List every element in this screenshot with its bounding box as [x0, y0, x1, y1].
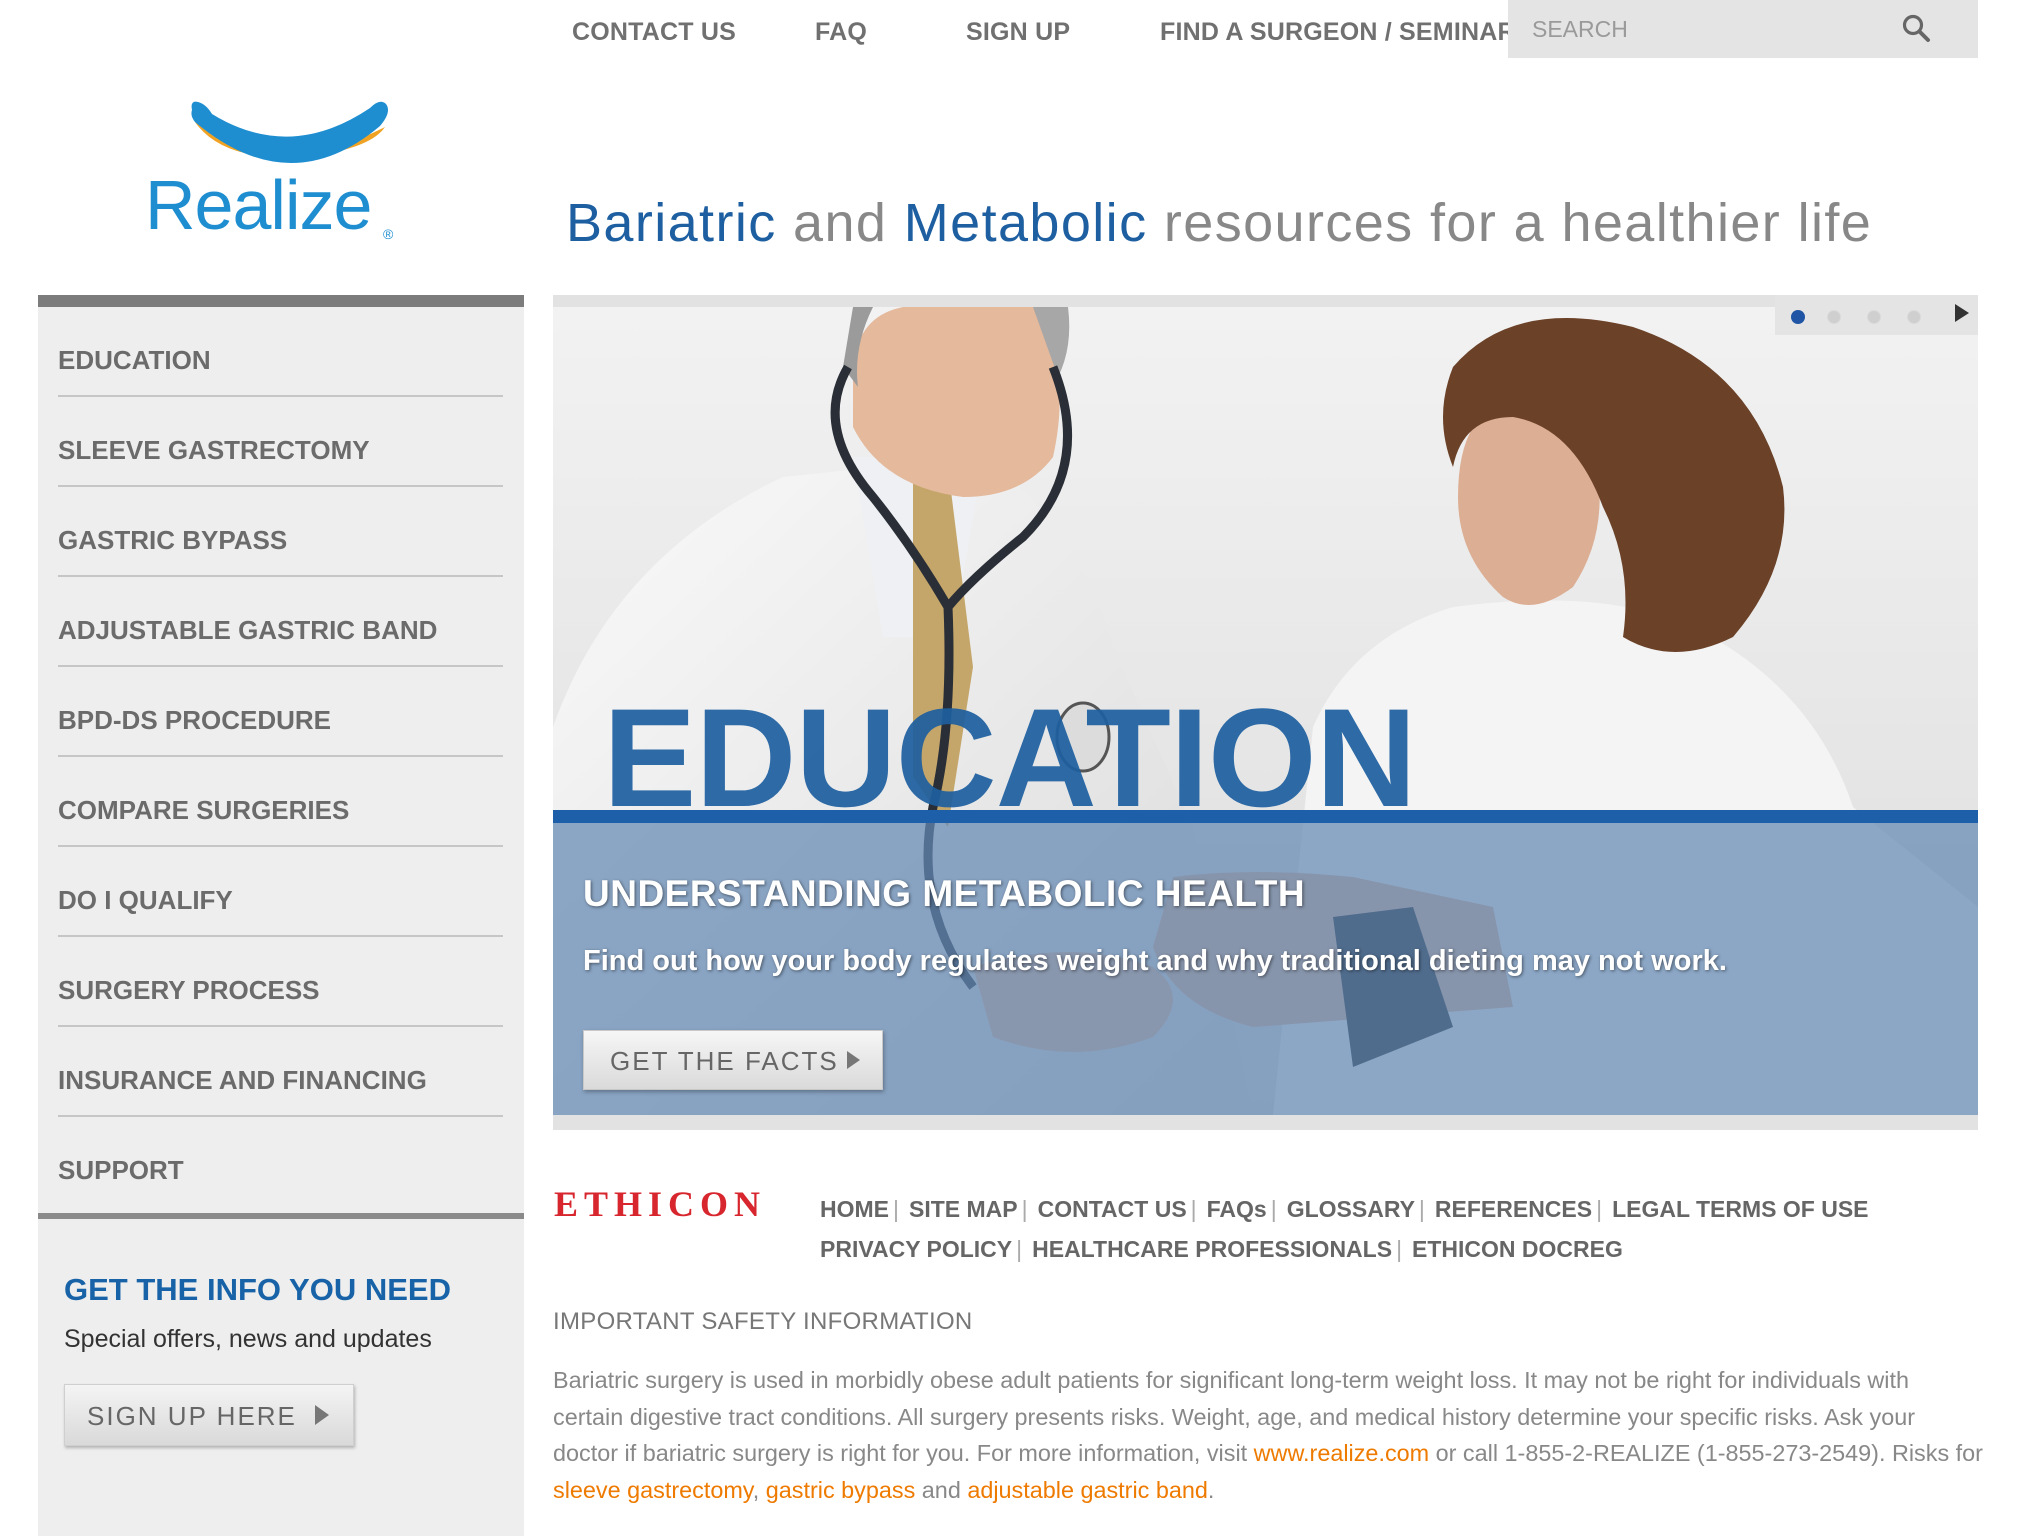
safety-and: and: [915, 1476, 968, 1503]
realize-site-link[interactable]: www.realize.com: [1254, 1440, 1429, 1466]
footer-link-ethicon-docreg[interactable]: ETHICON DOCREG: [1412, 1236, 1623, 1262]
nav-contact-us[interactable]: CONTACT US: [572, 18, 736, 47]
hero-bottom-band: [553, 1115, 1978, 1130]
nav-sign-up[interactable]: SIGN UP: [966, 18, 1070, 47]
carousel-dot-2[interactable]: [1827, 310, 1841, 324]
ethicon-logo[interactable]: ETHICON: [554, 1183, 766, 1225]
sidebar-item-compare-surgeries[interactable]: COMPARE SURGERIES: [58, 757, 503, 847]
tagline-rest: resources for a healthier life: [1147, 193, 1873, 253]
carousel-dot-4[interactable]: [1907, 310, 1921, 324]
sidebar-item-adjustable-gastric-band[interactable]: ADJUSTABLE GASTRIC BAND: [58, 577, 503, 667]
footer-link-privacy-policy[interactable]: PRIVACY POLICY: [820, 1236, 1012, 1262]
footer-link-glossary[interactable]: GLOSSARY: [1287, 1196, 1415, 1222]
logo-wordmark: Realize: [145, 166, 372, 244]
search-icon[interactable]: [1900, 12, 1934, 46]
tagline-and: and: [776, 193, 904, 253]
footer-links-row-1: HOME | SITE MAP | CONTACT US | FAQs | GLOSSARY | R…: [820, 1196, 1869, 1222]
footer-link-site-map[interactable]: SITE MAP: [909, 1196, 1018, 1222]
sidebar-item-bpd-ds[interactable]: BPD-DS PROCEDURE: [58, 667, 503, 757]
play-arrow-icon: [315, 1405, 329, 1425]
logo-registered-mark: ®: [383, 226, 394, 242]
sidebar-menu: EDUCATION SLEEVE GASTRECTOMY GASTRIC BYP…: [58, 307, 503, 1207]
sidebar-divider: [38, 1213, 524, 1219]
gastric-band-risk-link[interactable]: adjustable gastric band: [967, 1477, 1208, 1503]
sidebar-item-insurance[interactable]: INSURANCE AND FINANCING: [58, 1027, 503, 1117]
footer-link-contact-us[interactable]: CONTACT US: [1038, 1196, 1187, 1222]
footer-link-references[interactable]: REFERENCES: [1435, 1196, 1592, 1222]
hero-top-band: [553, 295, 1978, 307]
carousel-pager: [1775, 295, 1978, 335]
safety-comma: ,: [752, 1476, 766, 1503]
tagline-bariatric: Bariatric: [566, 193, 777, 253]
safety-text: Bariatric surgery is used in morbidly ob…: [553, 1362, 1983, 1508]
footer-link-healthcare-professionals[interactable]: HEALTHCARE PROFESSIONALS: [1032, 1236, 1392, 1262]
carousel-dot-1[interactable]: [1791, 310, 1805, 324]
promo-title: GET THE INFO YOU NEED: [64, 1272, 451, 1307]
sidebar-item-surgery-process[interactable]: SURGERY PROCESS: [58, 937, 503, 1027]
hero-title: UNDERSTANDING METABOLIC HEALTH: [583, 873, 1306, 914]
footer-link-home[interactable]: HOME: [820, 1196, 889, 1222]
safety-text-part-2: or call 1-855-2-REALIZE (1-855-273-2549)…: [1429, 1440, 1983, 1466]
search-bar: [1508, 0, 1978, 58]
get-the-facts-button[interactable]: GET THE FACTS: [583, 1030, 883, 1090]
sign-up-here-label: SIGN UP HERE: [87, 1401, 297, 1431]
sidebar-item-sleeve-gastrectomy[interactable]: SLEEVE GASTRECTOMY: [58, 397, 503, 487]
tagline-metabolic: Metabolic: [903, 193, 1148, 253]
play-arrow-icon: [847, 1051, 860, 1069]
footer-links-row-2: PRIVACY POLICY | HEALTHCARE PROFESSIONALS |…: [820, 1236, 1623, 1262]
hero-subtitle: Find out how your body regulates weight …: [583, 945, 1727, 977]
footer-link-faqs[interactable]: FAQs: [1207, 1196, 1267, 1222]
carousel-dot-3[interactable]: [1867, 310, 1881, 324]
hero-accent-line: [553, 810, 1978, 823]
safety-heading: IMPORTANT SAFETY INFORMATION: [553, 1308, 973, 1335]
carousel-next-icon[interactable]: [1955, 304, 1969, 322]
sidebar-item-do-i-qualify[interactable]: DO I QUALIFY: [58, 847, 503, 937]
search-input[interactable]: [1530, 10, 1894, 48]
get-the-facts-label: GET THE FACTS: [610, 1046, 839, 1076]
sidebar-item-education[interactable]: EDUCATION: [58, 307, 503, 397]
nav-find-surgeon[interactable]: FIND A SURGEON / SEMINAR: [1160, 18, 1516, 47]
gastric-bypass-risk-link[interactable]: gastric bypass: [766, 1477, 916, 1503]
sleeve-gastrectomy-risk-link[interactable]: sleeve gastrectomy: [553, 1477, 753, 1503]
sidebar-item-support[interactable]: SUPPORT: [58, 1117, 503, 1207]
hero-carousel[interactable]: EDUCATION UNDERSTANDING METABOLIC HEALTH…: [553, 295, 1978, 1130]
sidebar-item-gastric-bypass[interactable]: GASTRIC BYPASS: [58, 487, 503, 577]
sidebar: EDUCATION SLEEVE GASTRECTOMY GASTRIC BYP…: [38, 295, 524, 1536]
hero-section-word: EDUCATION: [603, 679, 1417, 836]
tagline: Bariatric and Metabolic resources for a …: [566, 192, 1872, 254]
nav-faq[interactable]: FAQ: [815, 18, 867, 47]
promo-subtitle: Special offers, news and updates: [64, 1325, 432, 1353]
footer-link-legal-terms[interactable]: LEGAL TERMS OF USE: [1612, 1196, 1868, 1222]
sign-up-here-button[interactable]: SIGN UP HERE: [64, 1384, 354, 1446]
safety-period: .: [1207, 1476, 1215, 1503]
